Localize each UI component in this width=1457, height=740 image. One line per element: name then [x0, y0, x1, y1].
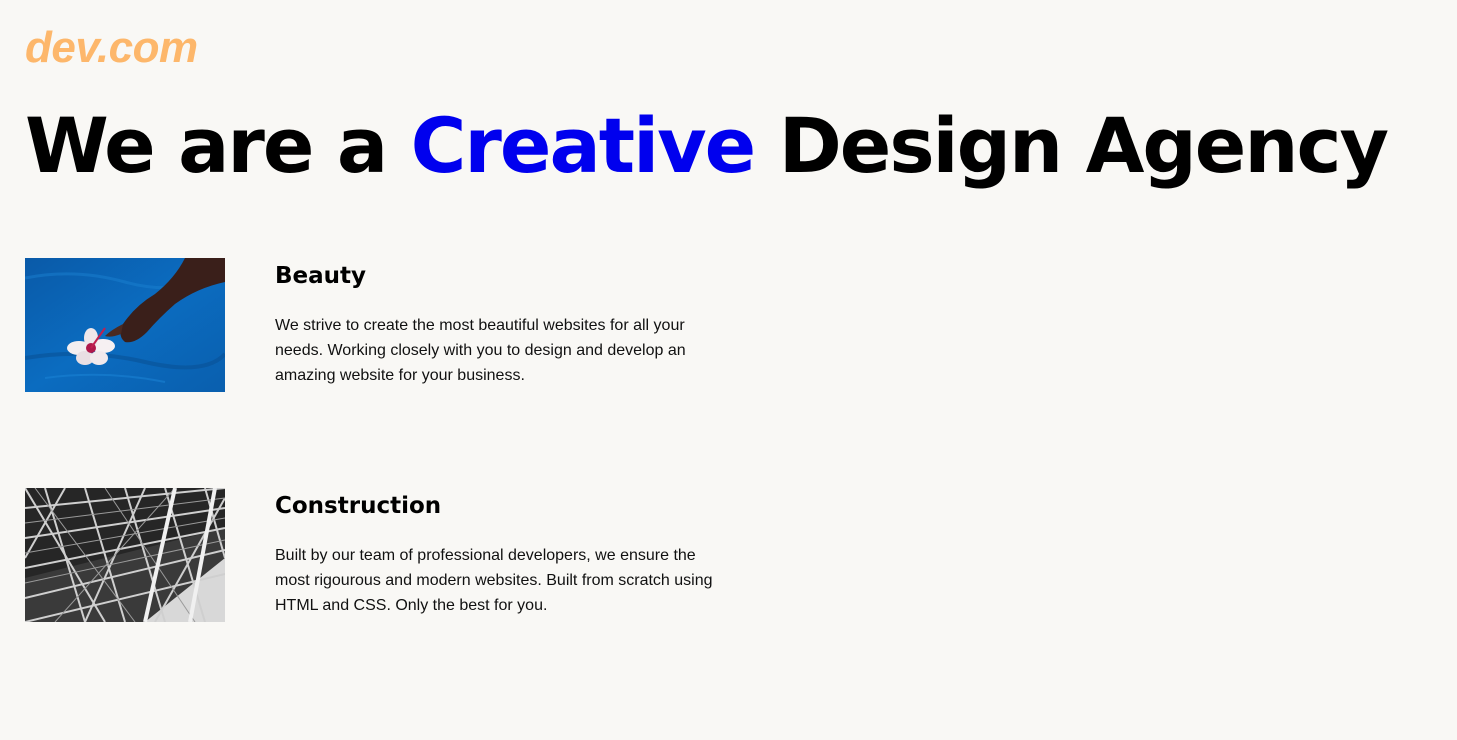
steel-structure-photo — [25, 488, 225, 622]
hero-heading: We are a Creative Design Agency — [25, 96, 1389, 196]
site-logo[interactable]: dev.com — [25, 22, 198, 74]
feature-image-beauty — [25, 258, 225, 392]
feature-image-construction — [25, 488, 225, 622]
feature-description: Built by our team of professional develo… — [275, 547, 713, 614]
hero-accent-word: Creative — [410, 101, 757, 190]
hand-flower-water-photo — [25, 258, 225, 392]
feature-title: Beauty — [275, 263, 367, 289]
feature-title: Construction — [275, 493, 442, 519]
feature-description: We strive to create the most beautiful w… — [275, 317, 686, 384]
feature-beauty: Beauty We strive to create the most beau… — [25, 258, 745, 392]
hero-prefix: We are a — [25, 101, 388, 190]
feature-construction: Construction Built by our team of profes… — [25, 488, 745, 622]
hero-suffix: Design Agency — [778, 101, 1389, 190]
